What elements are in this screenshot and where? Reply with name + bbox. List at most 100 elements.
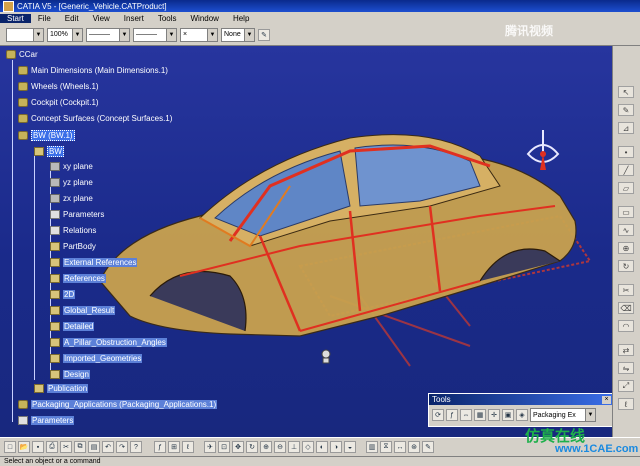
tree-item-external-references[interactable]: External References: [50, 258, 138, 267]
translate-icon[interactable]: ⇄: [618, 344, 634, 356]
tree-item-global-result[interactable]: Global_Result: [50, 306, 116, 315]
extrude-icon[interactable]: ▭: [618, 206, 634, 218]
tree-item-detailed[interactable]: Detailed: [50, 322, 95, 331]
menu-edit[interactable]: Edit: [58, 14, 86, 23]
iso-view-icon[interactable]: ◇: [302, 441, 314, 453]
tools-panel: Tools × ⟳ ƒ ⇔ ▦ ✛ ▣ ◈ Packaging Ex ▼: [428, 393, 612, 427]
law-icon[interactable]: ℓ: [618, 398, 634, 410]
update-icon[interactable]: ⟳: [432, 409, 444, 421]
menu-insert[interactable]: Insert: [117, 14, 151, 23]
3d-viewport[interactable]: CCar Main Dimensions (Main Dimensions.1)…: [0, 46, 612, 437]
transparency-select[interactable]: 100% ▼: [47, 27, 83, 42]
scale-icon[interactable]: ⤢: [618, 380, 634, 392]
plane-icon[interactable]: ▱: [618, 182, 634, 194]
menu-file[interactable]: File: [31, 14, 58, 23]
tree-item-xy-plane[interactable]: xy plane: [50, 162, 93, 171]
tree-item-relations[interactable]: Relations: [50, 226, 96, 235]
linetype-select[interactable]: ——— ▼: [86, 27, 130, 42]
tree-root[interactable]: CCar: [6, 50, 38, 59]
copy-icon[interactable]: ⧉: [74, 441, 86, 453]
paste-icon[interactable]: ▤: [88, 441, 100, 453]
tree-item-imported-geometries[interactable]: Imported_Geometries: [50, 354, 143, 363]
box-icon[interactable]: ▣: [502, 409, 514, 421]
join-icon[interactable]: ⊕: [618, 242, 634, 254]
close-icon[interactable]: ×: [602, 395, 611, 404]
design-table-icon[interactable]: ⊞: [168, 441, 180, 453]
tree-item-root-parameters[interactable]: Parameters: [18, 416, 75, 425]
print-icon[interactable]: ⎙: [46, 441, 58, 453]
point-icon[interactable]: •: [618, 146, 634, 158]
packaging-select[interactable]: Packaging Ex ▼: [530, 408, 596, 422]
shading-icon[interactable]: ◐: [316, 441, 328, 453]
compass-icon[interactable]: [518, 126, 568, 176]
cube-icon[interactable]: ◈: [516, 409, 528, 421]
section-icon[interactable]: ▥: [366, 441, 378, 453]
menu-help[interactable]: Help: [226, 14, 256, 23]
sweep-icon[interactable]: ∿: [618, 224, 634, 236]
inertia-icon[interactable]: ⊛: [408, 441, 420, 453]
sketch-icon[interactable]: ✎: [618, 104, 634, 116]
menu-view[interactable]: View: [86, 14, 117, 23]
layer-select[interactable]: None ▼: [221, 27, 255, 42]
tools-panel-titlebar[interactable]: Tools ×: [429, 394, 612, 405]
whats-this-icon[interactable]: ?: [130, 441, 142, 453]
painter-icon[interactable]: ✎: [258, 28, 270, 41]
tree-item-bw-part[interactable]: BW: [34, 146, 64, 157]
product-icon: [18, 114, 28, 123]
rotate-icon[interactable]: ↻: [618, 260, 634, 272]
undo-icon[interactable]: ↶: [102, 441, 114, 453]
tree-item-parameters[interactable]: Parameters: [50, 210, 104, 219]
tree-item-concept-surfaces[interactable]: Concept Surfaces (Concept Surfaces.1): [18, 114, 172, 123]
law-icon[interactable]: ℓ: [182, 441, 194, 453]
split-icon[interactable]: ✂: [618, 284, 634, 296]
tree-item-cockpit[interactable]: Cockpit (Cockpit.1): [18, 98, 99, 107]
grid-icon[interactable]: ▦: [474, 409, 486, 421]
menu-window[interactable]: Window: [184, 14, 226, 23]
rotate-view-icon[interactable]: ↻: [246, 441, 258, 453]
save-icon[interactable]: ▪: [32, 441, 44, 453]
tree-item-bw[interactable]: BW (BW.1): [18, 130, 75, 141]
swap-visible-icon[interactable]: ◒: [344, 441, 356, 453]
tree-item-zx-plane[interactable]: zx plane: [50, 194, 93, 203]
tree-item-a-pillar[interactable]: A_Pillar_Obstruction_Angles: [50, 338, 167, 347]
select-icon[interactable]: ↖: [618, 86, 634, 98]
menu-start[interactable]: Start: [0, 13, 31, 23]
thickness-select[interactable]: ——— ▼: [133, 27, 177, 42]
pan-icon[interactable]: ✥: [232, 441, 244, 453]
tree-item-yz-plane[interactable]: yz plane: [50, 178, 93, 187]
new-icon[interactable]: □: [4, 441, 16, 453]
zoom-out-icon[interactable]: ⊖: [274, 441, 286, 453]
line-icon[interactable]: ╱: [618, 164, 634, 176]
trim-icon[interactable]: ⌫: [618, 302, 634, 314]
chevron-down-icon: ▼: [207, 28, 217, 41]
tree-item-main-dimensions[interactable]: Main Dimensions (Main Dimensions.1): [18, 66, 168, 75]
normal-view-icon[interactable]: ⊥: [288, 441, 300, 453]
measure-icon[interactable]: ⊿: [618, 122, 634, 134]
cut-icon[interactable]: ✂: [60, 441, 72, 453]
zoom-in-icon[interactable]: ⊕: [260, 441, 272, 453]
axis-icon[interactable]: ✛: [488, 409, 500, 421]
redo-icon[interactable]: ↷: [116, 441, 128, 453]
tree-item-partbody[interactable]: PartBody: [50, 242, 96, 251]
open-icon[interactable]: 📂: [18, 441, 30, 453]
fit-all-icon[interactable]: ⊡: [218, 441, 230, 453]
measure-icon[interactable]: ⇔: [460, 409, 472, 421]
fly-mode-icon[interactable]: ✈: [204, 441, 216, 453]
tree-item-design[interactable]: Design: [50, 370, 90, 379]
hide-show-icon[interactable]: ◑: [330, 441, 342, 453]
fillet-icon[interactable]: ◠: [618, 320, 634, 332]
formula-icon[interactable]: ƒ: [154, 441, 166, 453]
point-symbol-select[interactable]: × ▼: [180, 27, 218, 42]
formula-icon[interactable]: ƒ: [446, 409, 458, 421]
clash-icon[interactable]: ⧖: [380, 441, 392, 453]
annotation-icon[interactable]: ✎: [422, 441, 434, 453]
distance-icon[interactable]: ↔: [394, 441, 406, 453]
tree-item-2d[interactable]: 2D: [50, 290, 76, 299]
menu-tools[interactable]: Tools: [151, 14, 184, 23]
tree-item-packaging-applications[interactable]: Packaging_Applications (Packaging_Applic…: [18, 400, 218, 409]
tree-item-wheels[interactable]: Wheels (Wheels.1): [18, 82, 99, 91]
color-select[interactable]: ▼: [6, 27, 44, 42]
tree-item-publication[interactable]: Publication: [34, 384, 89, 393]
tree-item-references[interactable]: References: [50, 274, 106, 283]
symmetry-icon[interactable]: ⇋: [618, 362, 634, 374]
